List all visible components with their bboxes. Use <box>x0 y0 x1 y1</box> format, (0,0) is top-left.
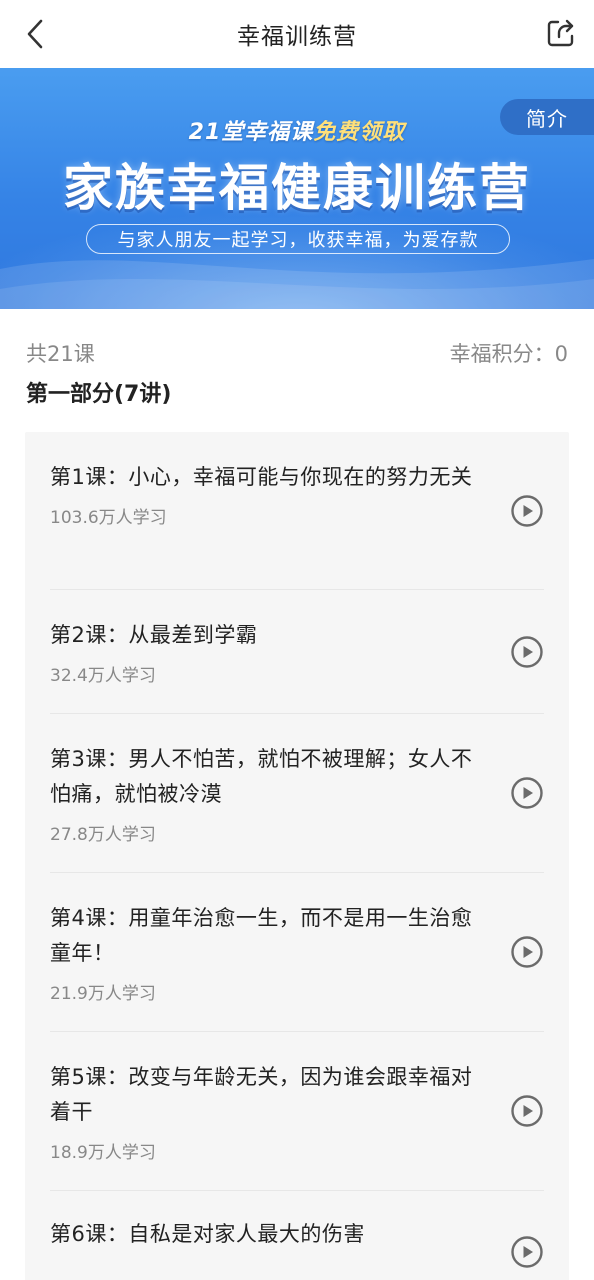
lesson-learners: 27.8万人学习 <box>50 825 156 845</box>
back-button[interactable] <box>20 18 50 50</box>
share-button[interactable] <box>544 16 578 50</box>
banner-headline: 家族幸福健康训练营 <box>63 159 531 217</box>
play-icon[interactable] <box>510 635 544 669</box>
lesson-title: 第1课：小心，幸福可能与你现在的努力无关 <box>50 465 473 489</box>
happiness-points: 幸福积分：0 <box>449 342 568 366</box>
page-title: 幸福训练营 <box>237 24 357 50</box>
share-icon <box>547 19 574 47</box>
lesson-learners: 21.9万人学习 <box>50 984 156 1004</box>
banner-tagline: 与家人朋友一起学习，收获幸福，为爱存款 <box>86 224 510 254</box>
lesson-total: 共21课 <box>26 342 95 366</box>
lesson-title: 第2课：从最差到学霸 <box>50 623 258 647</box>
lesson-item[interactable]: 第1课：小心，幸福可能与你现在的努力无关 103.6万人学习 <box>50 432 544 590</box>
lesson-item[interactable]: 第2课：从最差到学霸 32.4万人学习 <box>50 590 544 714</box>
lesson-item[interactable]: 第3课：男人不怕苦，就怕不被理解；女人不怕痛，就怕被冷漠 27.8万人学习 <box>50 714 544 873</box>
lesson-item[interactable]: 第5课：改变与年龄无关，因为谁会跟幸福对着干 18.9万人学习 <box>50 1032 544 1191</box>
lesson-list: 第1课：小心，幸福可能与你现在的努力无关 103.6万人学习 第2课：从最差到学… <box>25 432 569 1280</box>
lesson-learners: 32.4万人学习 <box>50 666 156 686</box>
top-nav-bar: 幸福训练营 <box>0 0 594 68</box>
lesson-title: 第3课：男人不怕苦，就怕不被理解；女人不怕痛，就怕被冷漠 <box>50 747 473 806</box>
lesson-title: 第5课：改变与年龄无关，因为谁会跟幸福对着干 <box>50 1065 473 1124</box>
lesson-item[interactable]: 第4课：用童年治愈一生，而不是用一生治愈童年！ 21.9万人学习 <box>50 873 544 1032</box>
lesson-learners: 103.6万人学习 <box>50 508 167 528</box>
play-icon[interactable] <box>510 935 544 969</box>
play-icon[interactable] <box>510 494 544 528</box>
play-icon[interactable] <box>510 1094 544 1128</box>
lesson-learners: 18.9万人学习 <box>50 1143 156 1163</box>
chevron-left-icon <box>27 19 43 49</box>
play-icon[interactable] <box>510 1235 544 1269</box>
lesson-title: 第6课：自私是对家人最大的伤害 <box>50 1222 365 1246</box>
banner-subtitle-prefix: 21堂幸福课 <box>188 120 314 145</box>
lesson-title: 第4课：用童年治愈一生，而不是用一生治愈童年！ <box>50 906 473 965</box>
intro-button[interactable]: 简介 <box>500 99 594 135</box>
course-banner: 21堂幸福课免费领取 家族幸福健康训练营 与家人朋友一起学习，收获幸福，为爱存款… <box>0 68 594 309</box>
banner-subtitle-highlight: 免费领取 <box>313 120 406 145</box>
play-icon[interactable] <box>510 776 544 810</box>
section-title: 第一部分(7讲) <box>26 382 172 407</box>
lesson-item[interactable]: 第6课：自私是对家人最大的伤害 <box>50 1191 544 1280</box>
